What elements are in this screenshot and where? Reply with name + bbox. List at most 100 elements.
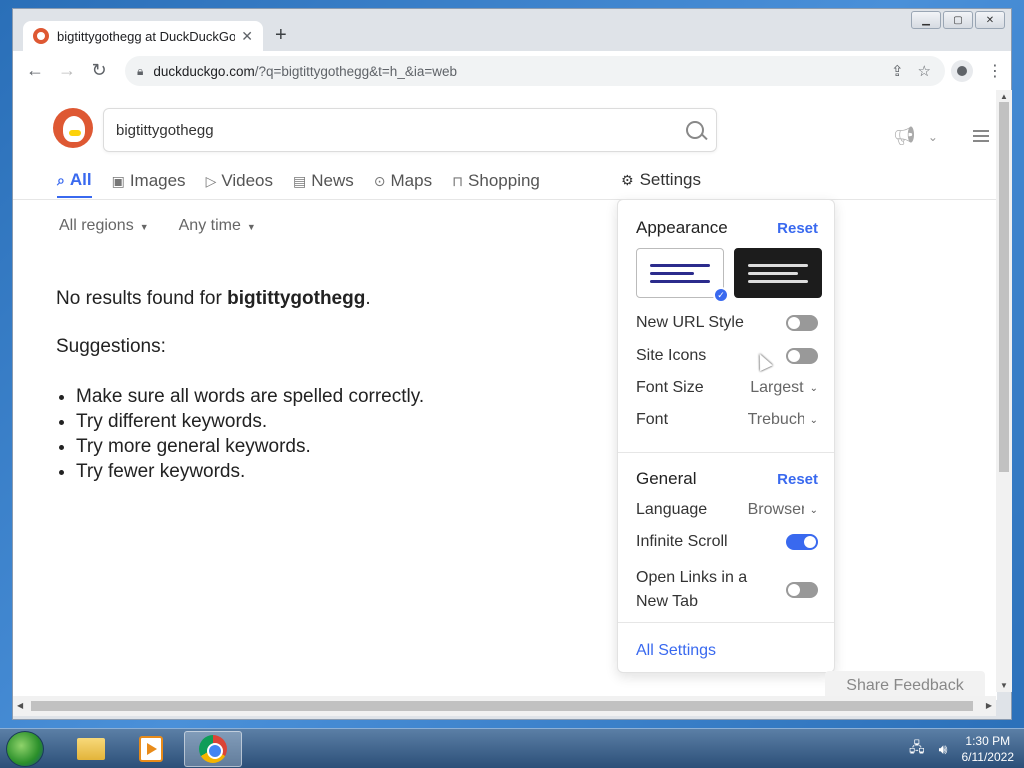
tab-maps[interactable]: ⊙ Maps <box>374 170 432 198</box>
list-item: Try fewer keywords. <box>76 459 424 484</box>
infinite-scroll-toggle[interactable] <box>786 534 818 550</box>
start-button[interactable] <box>6 731 44 767</box>
scrollbar-thumb[interactable] <box>999 102 1009 472</box>
tab-settings[interactable]: ⚙︎ Settings <box>621 170 701 190</box>
font-size-option: Font Size Largest ⌄ <box>636 379 818 397</box>
reload-button[interactable]: ↻ <box>83 55 115 87</box>
back-button[interactable]: ← <box>19 55 51 87</box>
taskbar-chrome[interactable] <box>184 731 242 767</box>
appearance-reset-button[interactable]: Reset <box>777 220 818 237</box>
play-icon: ▷ <box>205 172 217 189</box>
tab-title: bigtittygothegg at DuckDuckGo <box>57 28 236 44</box>
duckduckgo-logo[interactable] <box>53 108 93 148</box>
language-option: Language Browser ⌄ <box>636 501 818 519</box>
new-url-style-option: New URL Style <box>636 314 818 332</box>
no-results-line: No results found for bigtittygothegg. <box>56 288 371 309</box>
address-bar[interactable]: 🔒︎ duckduckgo.com /?q=bigtittygothegg&t=… <box>125 56 945 86</box>
url-host: duckduckgo.com <box>153 63 255 79</box>
list-item: Make sure all words are spelled correctl… <box>76 384 424 409</box>
minimize-button[interactable]: ▁ <box>911 11 941 29</box>
maximize-button[interactable]: ▢ <box>943 11 973 29</box>
font-select[interactable]: Trebuchet⌄ <box>748 411 818 429</box>
settings-dropdown: Appearance Reset ✓ New URL Style Site Ic… <box>617 199 835 673</box>
profile-avatar-icon[interactable] <box>951 59 973 82</box>
site-icons-option: Site Icons <box>636 347 818 365</box>
new-url-style-toggle[interactable] <box>786 315 818 331</box>
search-query: bigtittygothegg <box>116 121 214 139</box>
search-icon[interactable] <box>686 121 704 139</box>
system-tray: 🖧︎ 🔊︎ 1:30 PM 6/11/2022 <box>909 733 1014 765</box>
sliders-icon: ⚙︎ <box>621 171 634 188</box>
newspaper-icon: ▤ <box>293 172 307 189</box>
hamburger-menu-icon[interactable] <box>973 130 989 142</box>
vertical-tabs: ⌕ All ▣ Images ▷ Videos ▤ News ⊙ Maps ⊓ Shoppi… <box>57 170 540 198</box>
bag-icon: ⊓ <box>452 172 464 189</box>
tab-strip: bigtittygothegg at DuckDuckGo ✕ + ▁ ▢ ✕ <box>13 9 1011 51</box>
suggestions-heading: Suggestions: <box>56 336 166 357</box>
browser-toolbar: ← → ↻ 🔒︎ duckduckgo.com /?q=bigtittygoth… <box>13 51 1011 91</box>
tab-close-icon[interactable]: ✕ <box>241 28 253 45</box>
chevron-down-icon: ⌄ <box>809 382 818 394</box>
url-path: /?q=bigtittygothegg&t=h_&ia=web <box>254 63 457 79</box>
time-filter[interactable]: Any time ▼ <box>179 217 256 235</box>
media-player-icon <box>139 736 163 762</box>
chevron-down-icon: ⌄ <box>809 414 818 426</box>
no-results-message: No results found for bigtittygothegg. Su… <box>56 288 424 484</box>
region-filter[interactable]: All regions ▼ <box>59 217 149 235</box>
volume-icon[interactable]: 🔊︎ <box>939 741 948 758</box>
new-tab-button[interactable]: + <box>275 25 287 45</box>
header-right: 📢︎ ⌄ <box>893 126 938 147</box>
dark-theme-option[interactable] <box>734 248 822 298</box>
web-page: bigtittygothegg 📢︎ ⌄ ⌕ All ▣ Images ▷ Video… <box>13 90 997 700</box>
bookmark-star-icon[interactable]: ☆ <box>918 62 931 80</box>
folder-icon <box>77 738 105 760</box>
tab-all[interactable]: ⌕ All <box>57 170 92 198</box>
site-icons-toggle[interactable] <box>786 348 818 364</box>
divider <box>618 622 834 623</box>
open-links-toggle[interactable] <box>786 582 818 598</box>
map-pin-icon: ⊙ <box>373 172 386 189</box>
forward-button[interactable]: → <box>51 55 83 87</box>
list-item: Try different keywords. <box>76 409 424 434</box>
appearance-header: Appearance Reset <box>636 218 818 237</box>
tab-videos[interactable]: ▷ Videos <box>206 170 273 198</box>
suggestions-list: Make sure all words are spelled correctl… <box>76 384 424 484</box>
checkmark-icon: ✓ <box>713 287 729 303</box>
browser-menu-icon[interactable]: ⋮ <box>987 61 1003 81</box>
vertical-scrollbar[interactable]: ▲ ▼ <box>996 90 1012 692</box>
horizontal-scrollbar[interactable]: ◀ ▶ <box>13 696 996 716</box>
general-reset-button[interactable]: Reset <box>777 471 818 488</box>
tabs-divider <box>13 199 997 200</box>
search-input[interactable]: bigtittygothegg <box>103 108 717 152</box>
tab-news[interactable]: ▤ News <box>293 170 354 198</box>
taskbar-explorer[interactable] <box>62 731 120 767</box>
network-icon[interactable]: 🖧︎ <box>909 737 925 761</box>
lock-icon: 🔒︎ <box>137 63 144 78</box>
clock[interactable]: 1:30 PM 6/11/2022 <box>962 733 1015 765</box>
list-item: Try more general keywords. <box>76 434 424 459</box>
megaphone-icon[interactable]: 📢︎ <box>893 126 916 147</box>
tab-shopping[interactable]: ⊓ Shopping <box>452 170 540 198</box>
close-window-button[interactable]: ✕ <box>975 11 1005 29</box>
open-links-option: Open Links in a New Tab <box>636 566 818 614</box>
caret-down-icon: ▼ <box>139 222 149 232</box>
windows-taskbar: 🖧︎ 🔊︎ 1:30 PM 6/11/2022 <box>0 728 1024 768</box>
divider <box>618 452 834 453</box>
browser-tab[interactable]: bigtittygothegg at DuckDuckGo ✕ <box>23 21 263 51</box>
search-filters: All regions ▼ Any time ▼ <box>59 217 256 235</box>
share-icon[interactable]: ⇪ <box>891 62 904 80</box>
chevron-down-icon[interactable]: ⌄ <box>928 130 938 144</box>
duckduckgo-favicon-icon <box>33 28 49 44</box>
window-controls: ▁ ▢ ✕ <box>911 11 1005 29</box>
language-select[interactable]: Browser ⌄ <box>748 501 818 519</box>
scrollbar-thumb[interactable] <box>31 701 973 711</box>
image-icon: ▣ <box>111 172 125 189</box>
taskbar-media-player[interactable] <box>122 731 180 767</box>
light-theme-option[interactable]: ✓ <box>636 248 729 303</box>
tab-images[interactable]: ▣ Images <box>112 170 186 198</box>
theme-picker: ✓ <box>636 248 822 303</box>
font-option: Font Trebuchet⌄ <box>636 411 818 429</box>
font-size-select[interactable]: Largest ⌄ <box>748 379 818 397</box>
search-icon: ⌕ <box>57 171 65 188</box>
all-settings-link[interactable]: All Settings <box>636 642 716 660</box>
